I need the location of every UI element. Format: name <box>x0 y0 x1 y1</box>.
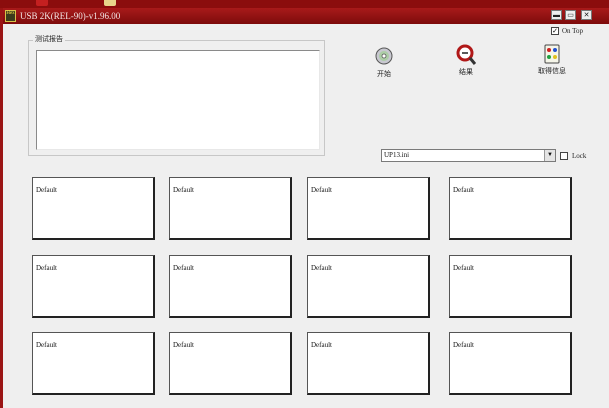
device-panel[interactable]: Default <box>169 332 292 395</box>
start-label: 开始 <box>377 70 391 78</box>
panel-label: Default <box>311 186 332 194</box>
magnifier-icon <box>456 44 477 65</box>
panel-label: Default <box>453 186 474 194</box>
panel-label: Default <box>173 186 194 194</box>
palette-icon <box>542 43 562 64</box>
lock-label: Lock <box>572 152 587 160</box>
result-label: 结果 <box>459 68 473 76</box>
start-button[interactable]: 开始 <box>364 46 404 79</box>
on-top-checkbox[interactable]: ✓ <box>551 27 559 35</box>
device-panel[interactable]: Default <box>169 177 292 240</box>
panel-label: Default <box>453 341 474 349</box>
device-panel[interactable]: Default <box>32 255 155 318</box>
title-bar[interactable]: Hex USB 2K(REL-90)-v1.96.00 ▬ ▭ ✕ <box>3 8 609 24</box>
panel-label: Default <box>311 341 332 349</box>
panel-label: Default <box>311 264 332 272</box>
device-panel[interactable]: Default <box>449 255 572 318</box>
disc-icon <box>374 46 394 66</box>
chevron-down-icon[interactable]: ▼ <box>544 150 555 161</box>
device-panel[interactable]: Default <box>307 332 430 395</box>
app-window: Hex USB 2K(REL-90)-v1.96.00 ▬ ▭ ✕ 测试报告 开… <box>0 8 609 408</box>
device-panel[interactable]: Default <box>449 177 572 240</box>
device-panel[interactable]: Default <box>307 255 430 318</box>
minimize-button[interactable]: ▬ <box>551 10 562 20</box>
device-panel[interactable]: Default <box>169 255 292 318</box>
device-panel[interactable]: Default <box>449 332 572 395</box>
lock-checkbox[interactable] <box>560 152 568 160</box>
panel-label: Default <box>36 186 57 194</box>
device-panel[interactable]: Default <box>307 177 430 240</box>
result-button[interactable]: 结果 <box>446 44 486 77</box>
on-top-label: On Top <box>562 27 583 35</box>
desktop-icon[interactable] <box>104 0 116 6</box>
restore-button[interactable]: ▭ <box>565 10 576 20</box>
report-textarea[interactable] <box>36 50 320 150</box>
panel-label: Default <box>173 264 194 272</box>
device-panel[interactable]: Default <box>32 177 155 240</box>
panel-label: Default <box>453 264 474 272</box>
window-title: USB 2K(REL-90)-v1.96.00 <box>20 11 121 21</box>
panel-label: Default <box>36 264 57 272</box>
desktop-strip <box>0 0 609 8</box>
app-icon: Hex <box>5 10 16 22</box>
config-select[interactable]: UP13.ini ▼ <box>381 149 556 162</box>
get-info-label: 取得信息 <box>538 67 566 75</box>
desktop-icon[interactable] <box>36 0 48 6</box>
report-group-label: 测试报告 <box>33 34 65 44</box>
device-panel[interactable]: Default <box>32 332 155 395</box>
close-button[interactable]: ✕ <box>581 10 592 20</box>
config-selected-value: UP13.ini <box>384 151 410 159</box>
panel-label: Default <box>173 341 194 349</box>
get-info-button[interactable]: 取得信息 <box>532 43 572 76</box>
panel-label: Default <box>36 341 57 349</box>
